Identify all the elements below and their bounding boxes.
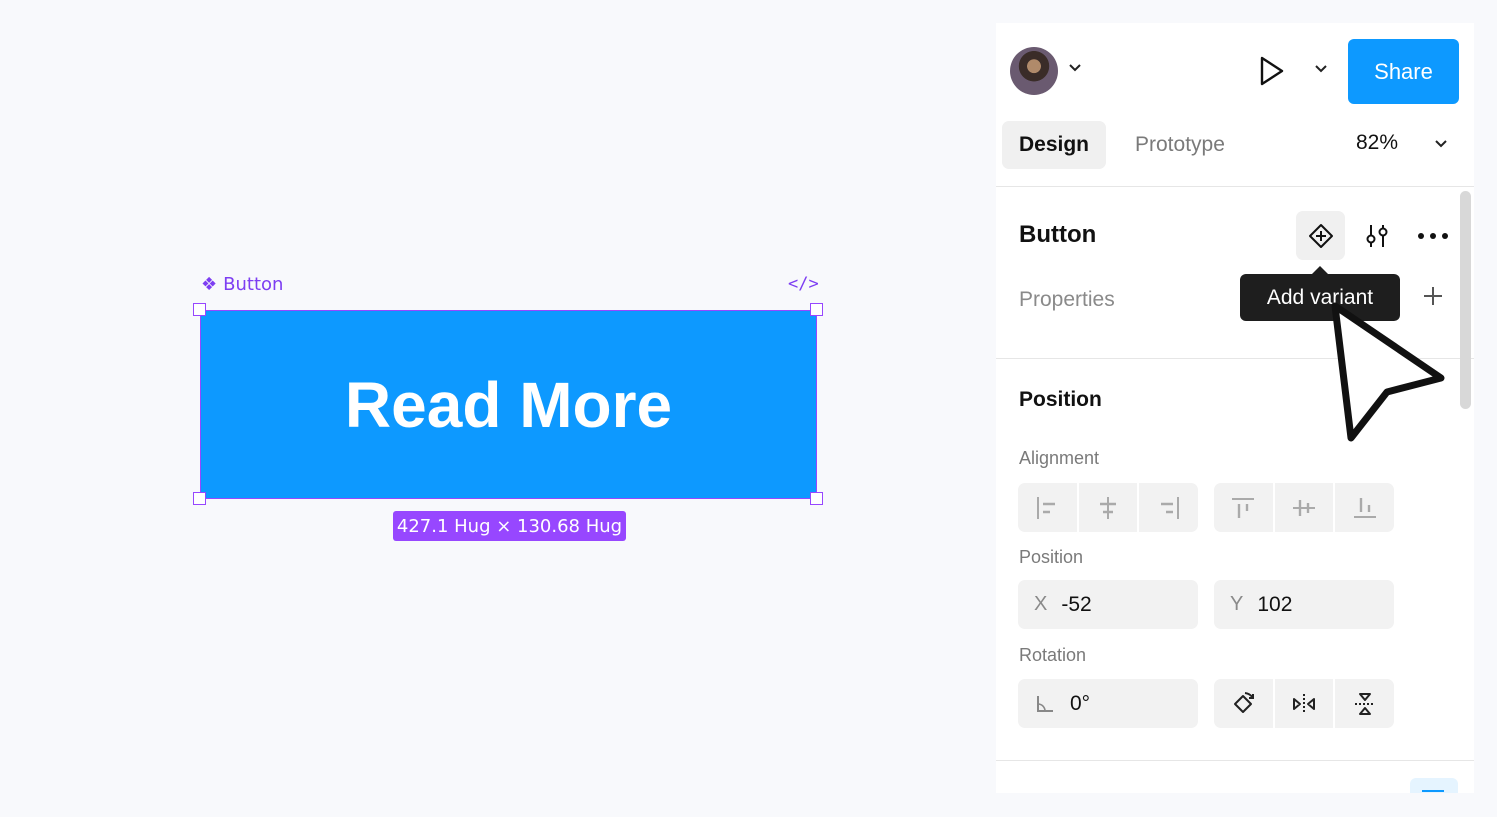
- resize-handle-top-right[interactable]: [810, 303, 823, 316]
- component-icon: ❖: [201, 273, 218, 295]
- chevron-down-icon[interactable]: [1434, 139, 1448, 149]
- canvas[interactable]: ❖ Button </> Read More 427.1 Hug × 130.6…: [0, 0, 990, 817]
- align-top-icon: [1232, 497, 1255, 518]
- align-horizontal-center-button[interactable]: [1079, 483, 1140, 532]
- y-prefix: Y: [1230, 593, 1244, 615]
- avatar[interactable]: [1010, 47, 1058, 95]
- align-right-icon: [1160, 496, 1179, 519]
- x-value: -52: [1061, 592, 1092, 616]
- y-value: 102: [1257, 592, 1293, 616]
- flip-vertical-icon: [1354, 692, 1375, 715]
- resize-handle-top-left[interactable]: [193, 303, 206, 316]
- tab-bar: Design Prototype 82%: [996, 121, 1474, 171]
- x-prefix: X: [1034, 593, 1048, 615]
- frame-label-text: Button: [223, 274, 284, 295]
- button-text: Read More: [344, 368, 673, 441]
- align-top-button[interactable]: [1214, 483, 1275, 532]
- position-section-title: Position: [1019, 388, 1102, 411]
- divider: [996, 760, 1474, 761]
- add-variant-button[interactable]: [1296, 211, 1345, 260]
- code-icon[interactable]: </>: [788, 274, 819, 294]
- horizontal-alignment-group: [1018, 483, 1198, 532]
- align-vertical-center-icon: [1293, 499, 1315, 516]
- component-name: Button: [1019, 221, 1097, 248]
- flip-horizontal-icon: [1293, 693, 1315, 714]
- zoom-level[interactable]: 82%: [1356, 131, 1398, 155]
- align-bottom-button[interactable]: [1335, 483, 1394, 532]
- more-icon: [1417, 232, 1448, 239]
- panel-scrollbar[interactable]: [1460, 191, 1471, 409]
- panel-header: Share: [996, 23, 1474, 123]
- x-position-input[interactable]: X -52: [1018, 580, 1198, 629]
- align-left-icon: [1037, 496, 1056, 519]
- sliders-icon: [1366, 224, 1387, 247]
- align-left-button[interactable]: [1018, 483, 1079, 532]
- position-label: Position: [1019, 547, 1084, 567]
- rotation-label: Rotation: [1019, 645, 1087, 665]
- read-more-button-component[interactable]: Read More: [200, 310, 817, 499]
- size-badge: 427.1 Hug × 130.68 Hug: [393, 511, 626, 541]
- divider: [996, 186, 1474, 187]
- resize-handle-bottom-left[interactable]: [193, 492, 206, 505]
- align-bottom-icon: [1353, 497, 1376, 518]
- properties-label: Properties: [1019, 288, 1115, 311]
- component-properties-button[interactable]: [1352, 211, 1401, 260]
- play-icon[interactable]: [1258, 55, 1286, 87]
- y-position-input[interactable]: Y 102: [1214, 580, 1394, 629]
- resize-handle-bottom-right[interactable]: [810, 492, 823, 505]
- rotation-input[interactable]: 0°: [1018, 679, 1198, 728]
- rotate-90-button[interactable]: [1214, 679, 1275, 728]
- align-right-button[interactable]: [1139, 483, 1198, 532]
- add-variant-icon: [1308, 223, 1333, 248]
- share-button[interactable]: Share: [1348, 39, 1459, 104]
- rotation-value: 0°: [1070, 691, 1091, 715]
- vertical-alignment-group: [1214, 483, 1394, 532]
- align-horizontal-center-icon: [1100, 496, 1116, 519]
- flip-horizontal-button[interactable]: [1275, 679, 1336, 728]
- angle-icon: [1037, 695, 1053, 712]
- chevron-down-icon[interactable]: [1068, 63, 1082, 73]
- more-options-button[interactable]: [1408, 211, 1457, 260]
- chevron-down-icon[interactable]: [1314, 64, 1328, 74]
- tab-design[interactable]: Design: [1002, 121, 1107, 169]
- transform-group: [1214, 679, 1394, 728]
- rotate-icon: [1234, 691, 1255, 713]
- component-frame-label[interactable]: ❖ Button: [201, 274, 283, 295]
- alignment-label: Alignment: [1019, 448, 1100, 468]
- tab-prototype[interactable]: Prototype: [1118, 121, 1242, 169]
- align-vertical-center-button[interactable]: [1275, 483, 1336, 532]
- flip-vertical-button[interactable]: [1335, 679, 1394, 728]
- peek-badge[interactable]: [1410, 778, 1458, 793]
- mouse-cursor-icon: [1331, 302, 1445, 442]
